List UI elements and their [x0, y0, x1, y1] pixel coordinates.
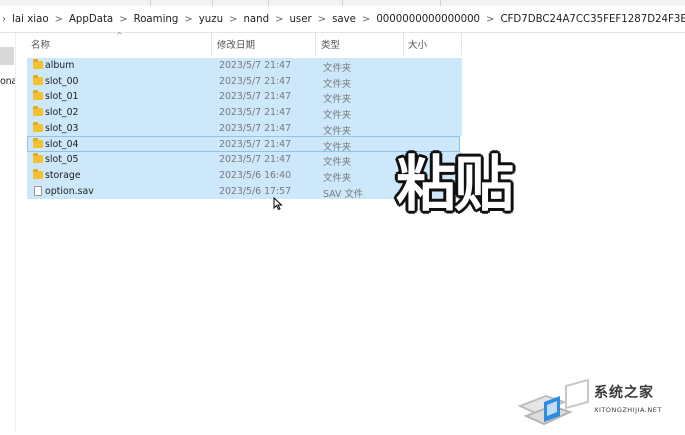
file-name: storage [45, 169, 81, 181]
file-name: slot_04 [45, 139, 79, 151]
breadcrumb-item[interactable]: user [287, 14, 313, 25]
breadcrumb-item[interactable]: save [330, 14, 358, 25]
file-name: option.sav [45, 185, 94, 197]
file-date: 2023/5/7 21:47 [219, 139, 292, 151]
file-name: slot_03 [45, 122, 79, 134]
breadcrumb-separator-icon[interactable]: > [314, 14, 330, 25]
watermark-subtitle: XITONGZHIJIA.NET [594, 406, 662, 414]
breadcrumb: › lai xiao > AppData > Roaming > yuzu > nand > user… [0, 6, 685, 33]
breadcrumb-separator-icon[interactable]: > [482, 14, 498, 25]
file-row[interactable]: slot_00 2023/5/7 21:47 文件夹 [27, 73, 462, 90]
breadcrumb-item[interactable]: AppData [67, 14, 115, 25]
breadcrumb-item[interactable]: Roaming [132, 14, 181, 25]
file-type: 文件夹 [323, 110, 352, 122]
file-name: album [45, 60, 75, 71]
breadcrumb-item[interactable]: 0000000000000000 [374, 14, 482, 25]
file-name: slot_01 [45, 91, 79, 103]
watermark-title: 系统之家 [594, 385, 654, 401]
column-header-type[interactable]: 类型 [321, 33, 340, 55]
breadcrumb-chevron-icon[interactable]: › [2, 14, 10, 25]
file-type: 文件夹 [323, 157, 352, 169]
breadcrumb-separator-icon[interactable]: > [180, 14, 196, 25]
mouse-cursor-icon [273, 197, 283, 211]
file-row[interactable]: slot_01 2023/5/7 21:47 文件夹 [27, 89, 462, 105]
breadcrumb-item[interactable]: CFD7DBC24A7CC35FEF1287D24F3E8F4B [498, 14, 685, 25]
file-type: SAV 文件 [323, 188, 364, 200]
column-divider[interactable] [461, 33, 462, 55]
breadcrumb-separator-icon[interactable]: > [271, 14, 287, 25]
file-type: 文件夹 [323, 63, 352, 74]
file-name: slot_00 [45, 75, 79, 87]
breadcrumb-separator-icon[interactable]: > [225, 14, 241, 25]
file-date: 2023/5/7 21:47 [219, 122, 292, 134]
file-date: 2023/5/7 21:47 [219, 154, 292, 166]
watermark-logo-icon [517, 378, 589, 426]
file-date: 2023/5/7 21:47 [219, 75, 292, 87]
file-type: 文件夹 [323, 172, 352, 184]
file-name: slot_05 [45, 154, 79, 166]
column-header-name[interactable]: 名称 [31, 33, 50, 55]
breadcrumb-item[interactable]: lai xiao [10, 14, 50, 25]
nav-item-label[interactable]: ona [0, 76, 15, 87]
overlay-caption: 粘贴 [395, 150, 516, 220]
file-type: 文件夹 [323, 78, 352, 90]
file-date: 2023/5/6 17:57 [219, 185, 292, 197]
file-row[interactable]: slot_03 2023/5/7 21:47 文件夹 [27, 120, 462, 137]
navigation-pane[interactable]: ona [0, 33, 16, 431]
breadcrumb-item[interactable]: nand [241, 14, 271, 25]
nav-selected-item[interactable] [0, 47, 14, 65]
file-type: 文件夹 [323, 94, 352, 106]
file-row[interactable]: album 2023/5/7 21:47 文件夹 [27, 58, 462, 74]
breadcrumb-separator-icon[interactable]: > [51, 14, 67, 25]
sort-ascending-icon: ^ [116, 31, 123, 40]
file-type: 文件夹 [323, 125, 352, 137]
column-divider[interactable] [403, 33, 404, 55]
watermark: 系统之家 XITONGZHIJIA.NET [516, 372, 685, 431]
breadcrumb-item[interactable]: yuzu [197, 14, 225, 25]
file-row[interactable]: slot_02 2023/5/7 21:47 文件夹 [27, 105, 462, 121]
breadcrumb-separator-icon[interactable]: > [358, 14, 374, 25]
column-divider[interactable] [211, 33, 212, 55]
file-name: slot_02 [45, 107, 79, 119]
file-date: 2023/5/6 16:40 [219, 169, 292, 181]
column-divider[interactable] [315, 33, 316, 55]
breadcrumb-separator-icon[interactable]: > [115, 14, 131, 25]
file-date: 2023/5/7 21:47 [219, 60, 292, 71]
file-date: 2023/5/7 21:47 [219, 107, 292, 119]
file-date: 2023/5/7 21:47 [219, 91, 292, 103]
column-header-size[interactable]: 大小 [408, 33, 427, 55]
column-header-date[interactable]: 修改日期 [217, 33, 255, 55]
